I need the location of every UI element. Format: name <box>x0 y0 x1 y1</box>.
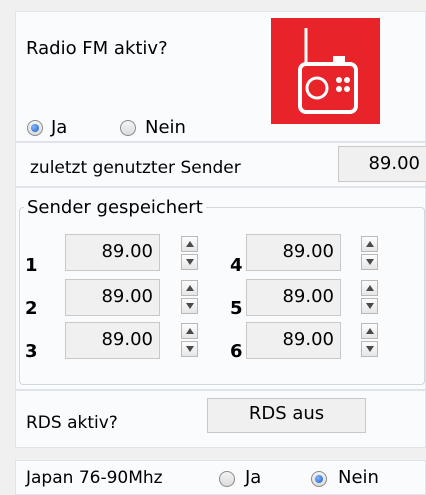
preset-number-1: 1 <box>25 255 38 276</box>
preset-spinner-6[interactable] <box>361 323 378 357</box>
radio-fm-yes-label[interactable]: Ja <box>51 117 67 139</box>
preset-spinner-4[interactable] <box>361 236 378 270</box>
rds-status-field[interactable]: RDS aus <box>207 398 366 433</box>
preset-number-6: 6 <box>230 341 243 362</box>
radio-fm-question: Radio FM aktiv? <box>26 38 168 59</box>
saved-stations-panel: Sender gespeichert 1 89.00 2 89.00 3 89.… <box>15 187 426 390</box>
preset-spinner-3[interactable] <box>181 323 198 357</box>
rds-panel: RDS aktiv? RDS aus <box>15 390 426 448</box>
preset-spinner-1[interactable] <box>181 236 198 270</box>
preset-field-5[interactable]: 89.00 <box>246 279 341 316</box>
preset-number-3: 3 <box>25 341 38 362</box>
japan-band-panel: Japan 76-90Mhz Ja Nein <box>15 460 426 495</box>
japan-band-label: Japan 76-90Mhz <box>26 468 163 488</box>
last-station-field[interactable]: 89.00 <box>338 146 426 182</box>
preset-number-4: 4 <box>230 255 243 276</box>
radio-icon <box>271 18 380 124</box>
radio-fm-panel: Radio FM aktiv? Ja Nein <box>15 11 426 142</box>
last-station-panel: zuletzt genutzter Sender 89.00 <box>15 142 426 187</box>
japan-yes-label[interactable]: Ja <box>245 467 261 489</box>
preset-field-2[interactable]: 89.00 <box>65 279 160 316</box>
japan-yes-radio[interactable] <box>219 471 235 487</box>
saved-stations-title: Sender gespeichert <box>24 197 206 219</box>
last-station-label: zuletzt genutzter Sender <box>30 158 241 178</box>
preset-field-1[interactable]: 89.00 <box>65 234 160 271</box>
rds-label: RDS aktiv? <box>26 413 118 433</box>
radio-fm-no-radio[interactable] <box>120 120 136 136</box>
radio-fm-yes-radio[interactable] <box>27 120 43 136</box>
preset-spinner-2[interactable] <box>181 280 198 314</box>
preset-number-5: 5 <box>230 298 243 319</box>
japan-no-radio[interactable] <box>311 471 327 487</box>
preset-field-3[interactable]: 89.00 <box>65 322 160 359</box>
radio-fm-no-label[interactable]: Nein <box>145 117 186 139</box>
preset-number-2: 2 <box>25 298 38 319</box>
preset-spinner-5[interactable] <box>361 280 378 314</box>
preset-field-4[interactable]: 89.00 <box>246 234 341 271</box>
japan-no-label[interactable]: Nein <box>338 467 379 489</box>
preset-field-6[interactable]: 89.00 <box>246 322 341 359</box>
